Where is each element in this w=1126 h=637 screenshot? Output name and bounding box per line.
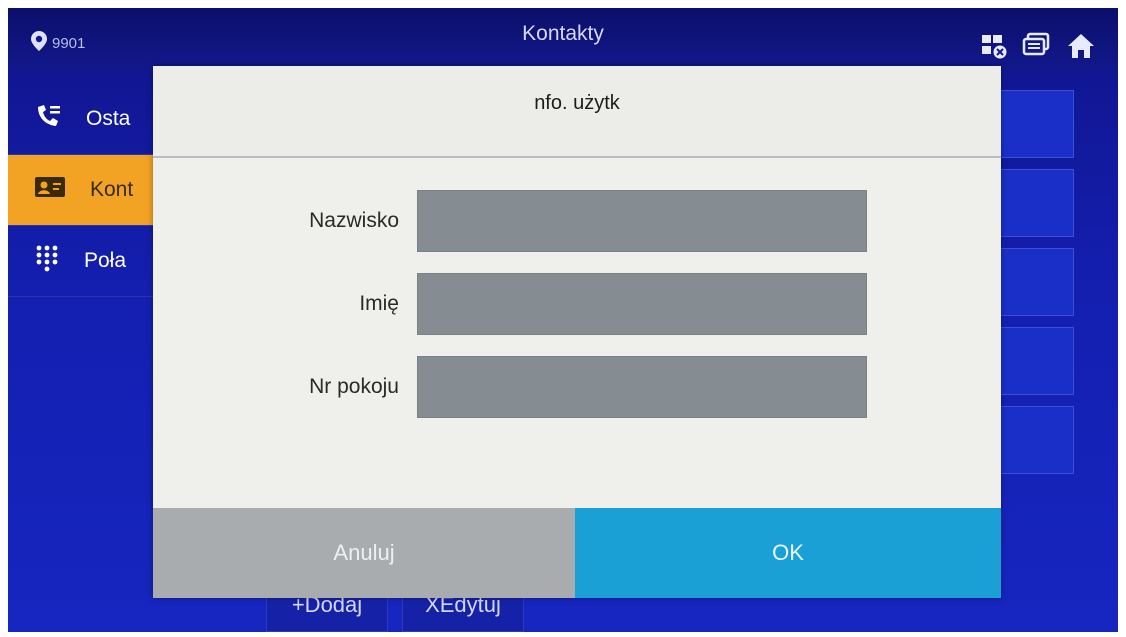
room-number-label: Nr pokoju [309, 375, 399, 398]
first-name-field[interactable] [417, 273, 867, 335]
home-icon[interactable] [1066, 32, 1096, 65]
contact-card-icon [34, 175, 66, 205]
sidebar-item-label: Osta [86, 107, 131, 130]
monitor-icon[interactable] [1022, 32, 1052, 65]
surname-field[interactable] [417, 190, 867, 252]
room-number-field[interactable] [417, 356, 867, 418]
ok-button[interactable]: OK [575, 508, 1001, 598]
dialog-footer: Anuluj OK [153, 508, 1001, 598]
phone-list-icon [34, 103, 62, 135]
dialog-header: nfo. użytk [153, 66, 1001, 158]
top-icons [980, 32, 1096, 65]
surname-label: Nazwisko [309, 209, 399, 232]
first-name-label: Imię [359, 292, 399, 315]
app-screen: 9901 Kontakty Osta Kont Poła +Dodaj XEdy… [8, 8, 1118, 632]
first-name-row: Imię [153, 273, 1001, 335]
dialog-title: nfo. użytk [534, 91, 620, 114]
dialpad-icon [34, 244, 60, 278]
sidebar-item-label: Kont [90, 178, 134, 201]
top-bar: 9901 Kontakty [8, 8, 1118, 70]
sidebar-item-call[interactable]: Poła [8, 226, 158, 297]
sidebar: Osta Kont Poła [8, 84, 158, 297]
user-info-dialog: nfo. użytk Nazwisko Imię Nr pokoju Anulu… [153, 66, 1001, 598]
network-status-icon[interactable] [980, 32, 1008, 65]
surname-row: Nazwisko [153, 190, 1001, 252]
sidebar-item-recent[interactable]: Osta [8, 84, 158, 155]
sidebar-item-contacts[interactable]: Kont [8, 155, 158, 226]
cancel-button[interactable]: Anuluj [153, 508, 575, 598]
page-title: Kontakty [522, 22, 604, 45]
room-number-row: Nr pokoju [153, 356, 1001, 418]
sidebar-item-label: Poła [84, 249, 127, 272]
